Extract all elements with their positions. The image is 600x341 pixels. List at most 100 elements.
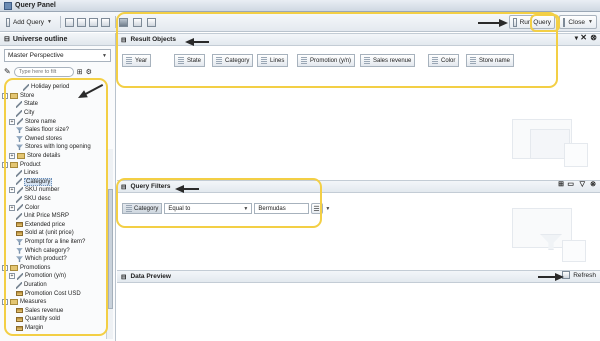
tree-item[interactable]: Stores with long opening	[16, 143, 91, 152]
collapse-icon[interactable]: -	[2, 92, 8, 99]
filter-icon	[16, 247, 23, 254]
tree-item[interactable]: Duration	[16, 281, 47, 290]
tree-item[interactable]: Holiday period	[23, 83, 69, 92]
run-query-icon	[513, 17, 517, 27]
tree-item[interactable]: Promotion Cost USD	[16, 289, 81, 298]
query-properties-button[interactable]	[118, 15, 130, 29]
layout-button-1[interactable]	[64, 15, 76, 29]
remove-all-icon[interactable]: ⊗	[590, 180, 596, 188]
dimension-icon	[16, 169, 22, 177]
expand-icon[interactable]: +	[9, 153, 15, 160]
tree-item[interactable]: Category	[16, 177, 53, 187]
layout-button-4[interactable]	[100, 15, 112, 29]
filter-icon[interactable]: ▾	[575, 34, 578, 42]
tree-item[interactable]: Margin	[16, 324, 43, 333]
tree-item[interactable]: + SKU number	[9, 186, 59, 195]
filter-icon[interactable]: ▽	[580, 180, 585, 188]
remove-icon[interactable]: ✕	[580, 33, 587, 42]
data-preview-title: Data Preview	[130, 273, 171, 280]
expand-icon[interactable]: +	[9, 118, 15, 125]
result-object-chip[interactable]: Category	[212, 54, 254, 67]
script-icon	[133, 17, 142, 27]
result-object-chip[interactable]: Color	[428, 54, 460, 67]
collapse-icon[interactable]: -	[2, 264, 8, 271]
tree-item[interactable]: - Product	[2, 160, 41, 169]
tree-item[interactable]: Lines	[16, 169, 38, 178]
tree-scrollbar[interactable]	[106, 149, 113, 339]
tree-item[interactable]: Extended price	[16, 221, 65, 230]
drag-grip-icon	[216, 56, 222, 65]
expand-icon[interactable]: +	[9, 187, 15, 194]
tree-item[interactable]: - Store	[2, 92, 34, 101]
tree-item[interactable]: - Promotions	[2, 264, 50, 273]
value-list-button[interactable]: ☰	[311, 203, 324, 214]
expand-icon[interactable]: +	[9, 273, 15, 280]
run-query-button[interactable]: Run Query	[509, 15, 555, 29]
dimension-icon	[16, 100, 22, 108]
settings-icon[interactable]: ⚙	[86, 68, 92, 76]
collapse-icon[interactable]: -	[2, 299, 8, 306]
filter-operator-select[interactable]: Equal to ▼	[164, 203, 253, 214]
tools-icon[interactable]: ✎	[4, 67, 11, 76]
result-object-chip[interactable]: Lines	[257, 54, 289, 67]
tree-item-label: Sold at (unit price)	[25, 230, 74, 237]
layout-button-3[interactable]	[88, 15, 100, 29]
tree-item[interactable]: State	[16, 100, 38, 109]
refresh-button[interactable]: Refresh	[562, 271, 596, 279]
perspective-select[interactable]: Master Perspective ▼	[4, 49, 111, 62]
result-object-chip[interactable]: State	[174, 54, 206, 67]
tree-scroll-thumb[interactable]	[108, 189, 113, 309]
tree-item[interactable]: - Measures	[2, 298, 46, 307]
grid-icon	[89, 17, 98, 27]
filter-options-icon[interactable]: ⊞	[77, 68, 83, 76]
result-object-label: Promotion (y/n)	[310, 57, 352, 64]
layout-button-2[interactable]	[76, 15, 88, 29]
predefined-filter-icon[interactable]: ⊞	[558, 180, 564, 188]
view-script-button[interactable]	[132, 15, 144, 29]
result-object-chip[interactable]: Sales revenue	[360, 54, 416, 67]
tree-item[interactable]: + Color	[9, 203, 39, 212]
dimension-icon	[16, 195, 22, 203]
tree-item[interactable]: + Store name	[9, 117, 56, 126]
collapse-icon[interactable]: ⊟	[4, 35, 10, 43]
result-object-chip[interactable]: Store name	[466, 54, 515, 67]
collapse-icon[interactable]: -	[2, 161, 8, 168]
outline-search-input[interactable]	[13, 66, 74, 77]
tree-item[interactable]: + Promotion (y/n)	[9, 272, 66, 281]
tree-item[interactable]: Which product?	[16, 255, 67, 264]
chevron-down-icon[interactable]: ▼	[325, 206, 330, 212]
dimension-icon	[23, 83, 29, 91]
tree-item[interactable]: + Store details	[9, 152, 60, 161]
universe-outline-header: ⊟ Universe outline	[0, 33, 115, 46]
export-button[interactable]	[146, 15, 158, 29]
filter-value-input[interactable]: Bermudas	[254, 203, 310, 214]
collapse-icon[interactable]: ⊟	[121, 36, 126, 44]
tree-item[interactable]: Sales revenue	[16, 307, 63, 316]
add-query-button[interactable]: Add Query ▼	[2, 15, 56, 29]
comment-icon[interactable]: ▭	[567, 180, 574, 188]
result-object-chip[interactable]: Year	[122, 54, 152, 67]
tree-item[interactable]: Sold at (unit price)	[16, 229, 74, 238]
result-object-label: State	[187, 57, 202, 64]
expand-icon[interactable]: +	[9, 204, 15, 211]
collapse-icon[interactable]: ⊟	[121, 183, 126, 191]
tree-item[interactable]: City	[16, 109, 34, 118]
tree-item[interactable]: Owned stores	[16, 135, 62, 144]
measure-icon	[16, 222, 23, 228]
tree-item[interactable]: Quantity sold	[16, 315, 60, 324]
tree-item[interactable]: Sales floor size?	[16, 126, 69, 135]
measure-icon	[16, 230, 23, 236]
toolbar-divider	[60, 16, 61, 28]
filter-object-label: Category	[134, 205, 159, 212]
grid-icon	[101, 17, 110, 27]
close-button[interactable]: Close ▼	[559, 15, 597, 29]
tree-item[interactable]: Which category?	[16, 246, 70, 255]
filter-object[interactable]: Category	[122, 203, 163, 214]
remove-all-icon[interactable]: ⊗	[590, 33, 597, 42]
tree-item-label: Color	[25, 204, 40, 211]
result-object-chip[interactable]: Promotion (y/n)	[297, 54, 356, 67]
collapse-icon[interactable]: ⊟	[121, 273, 126, 281]
tree-item[interactable]: Prompt for a line item?	[16, 238, 85, 247]
tree-item[interactable]: SKU desc	[16, 195, 51, 204]
tree-item[interactable]: Unit Price MSRP	[16, 212, 69, 221]
